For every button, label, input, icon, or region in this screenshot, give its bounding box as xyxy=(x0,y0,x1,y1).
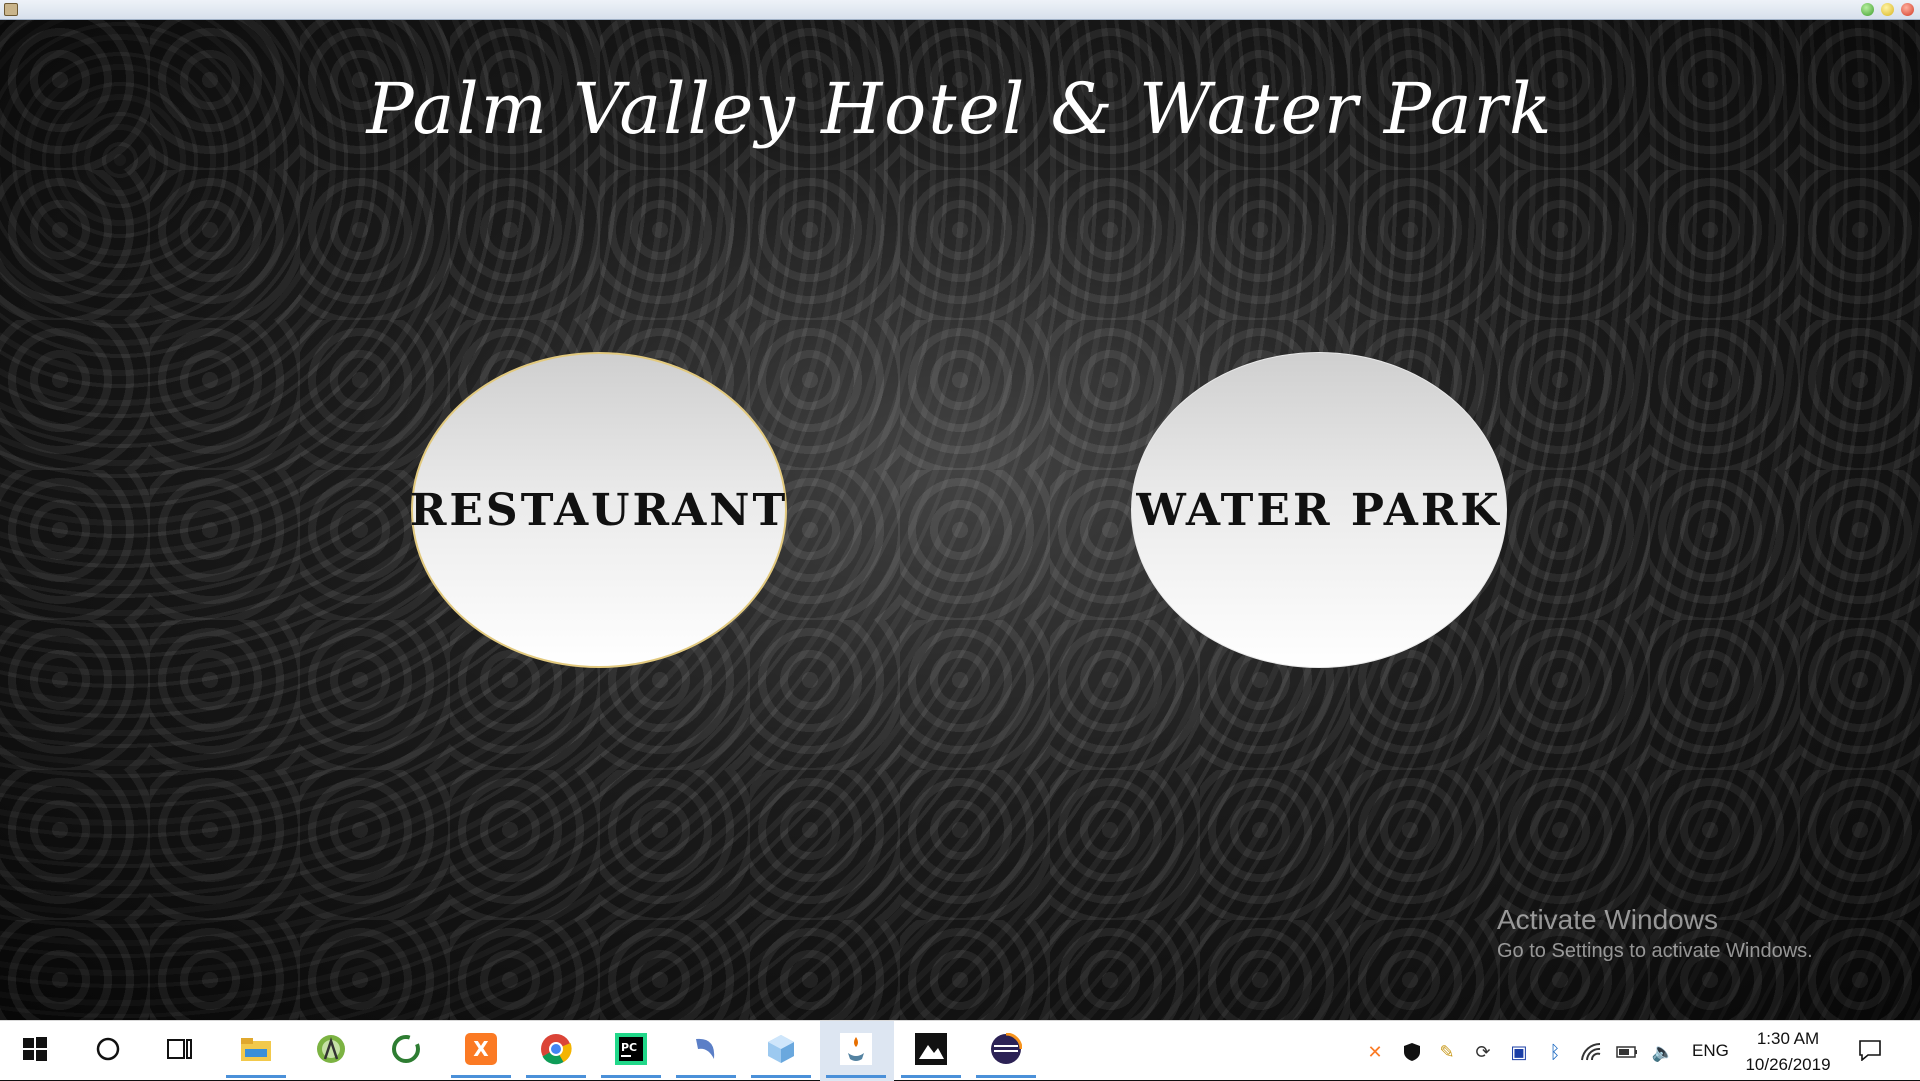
android-studio-icon[interactable] xyxy=(311,1029,351,1069)
file-explorer-icon[interactable] xyxy=(226,1029,286,1078)
water-park-button[interactable]: WATER PARK xyxy=(1131,352,1507,668)
language-indicator[interactable]: ENG xyxy=(1692,1041,1729,1061)
svg-text:X: X xyxy=(473,1037,489,1061)
volume-icon[interactable]: 🔈 xyxy=(1652,1041,1674,1063)
restaurant-label: RESTAURANT xyxy=(409,484,789,536)
maximize-button[interactable] xyxy=(1881,3,1894,16)
page-title: Palm Valley Hotel & Water Park xyxy=(366,68,1554,150)
activate-title: Activate Windows xyxy=(1497,904,1718,935)
display-icon[interactable]: ▣ xyxy=(1508,1041,1530,1063)
dolphin-app-icon[interactable] xyxy=(676,1029,736,1078)
svg-text:PC: PC xyxy=(621,1041,637,1054)
restaurant-button[interactable]: RESTAURANT xyxy=(409,352,789,668)
cube-app-icon[interactable] xyxy=(751,1029,811,1078)
windows-start-icon[interactable] xyxy=(15,1029,55,1069)
photos-icon[interactable] xyxy=(901,1029,961,1078)
xampp-icon[interactable]: X xyxy=(451,1029,511,1078)
activate-windows-watermark: Activate Windows Go to Settings to activ… xyxy=(1497,904,1813,963)
close-button[interactable] xyxy=(1901,3,1914,16)
xampp-tray-icon[interactable]: ✕ xyxy=(1364,1041,1386,1063)
bluetooth-icon[interactable]: ᛒ xyxy=(1544,1041,1566,1063)
notification-center-icon[interactable] xyxy=(1858,1039,1882,1062)
cycle-app-icon[interactable] xyxy=(386,1029,426,1069)
water-park-label: WATER PARK xyxy=(1136,484,1502,536)
java-app-icon xyxy=(4,3,18,16)
window-title-bar xyxy=(0,0,1920,20)
minimize-button[interactable] xyxy=(1861,3,1874,16)
clock-date: 10/26/2019 xyxy=(1745,1055,1831,1074)
pen-icon[interactable]: ✎ xyxy=(1436,1041,1458,1063)
pycharm-icon[interactable]: PC xyxy=(601,1029,661,1078)
app-main-panel: Palm Valley Hotel & Water Park RESTAURAN… xyxy=(0,20,1920,1020)
defender-icon[interactable] xyxy=(1401,1041,1423,1063)
chrome-icon[interactable] xyxy=(526,1029,586,1078)
java-icon[interactable] xyxy=(826,1029,886,1078)
clock[interactable]: 1:30 AM 10/26/2019 xyxy=(1738,1026,1838,1078)
task-view-icon[interactable] xyxy=(160,1029,200,1069)
eclipse-icon[interactable] xyxy=(976,1029,1036,1078)
search-circle-icon[interactable] xyxy=(88,1029,128,1069)
activate-subtitle: Go to Settings to activate Windows. xyxy=(1497,940,1813,962)
battery-icon[interactable] xyxy=(1616,1041,1638,1063)
wifi-icon[interactable] xyxy=(1580,1041,1602,1063)
network-sync-icon[interactable]: ⟳ xyxy=(1472,1041,1494,1063)
taskbar: X PC ✕ ✎ ⟳ ▣ ᛒ 🔈 ENG 1:30 AM 10/26/2019 xyxy=(0,1020,1920,1081)
clock-time: 1:30 AM xyxy=(1756,1029,1820,1048)
